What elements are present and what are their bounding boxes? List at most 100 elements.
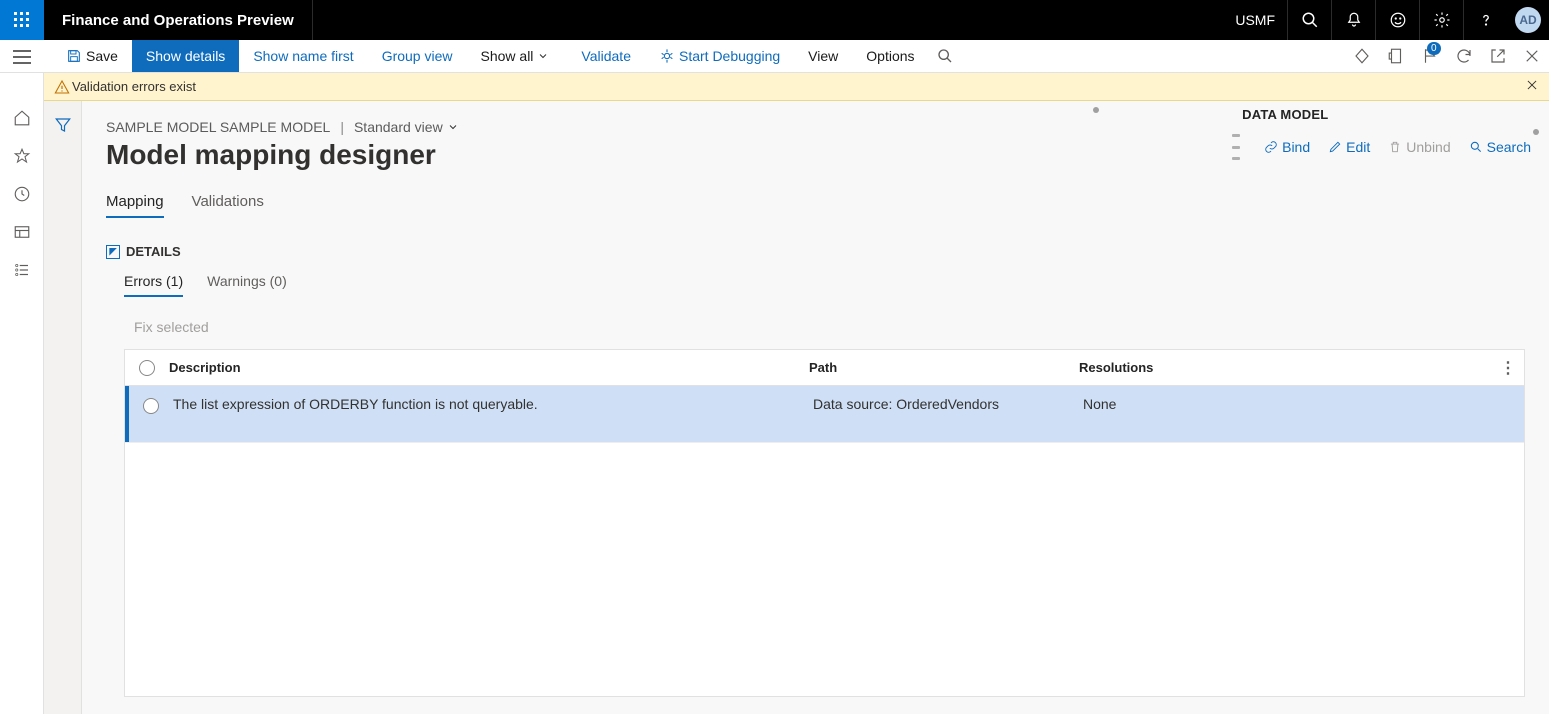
smile-icon xyxy=(1389,11,1407,29)
drag-dot-icon xyxy=(1093,107,1099,113)
list-icon xyxy=(13,261,31,279)
validate-button[interactable]: Validate xyxy=(567,40,645,72)
show-name-first-button[interactable]: Show name first xyxy=(239,40,367,72)
refresh-button[interactable] xyxy=(1447,40,1481,72)
collapse-icon[interactable]: ◤ xyxy=(106,245,120,259)
tab-mapping[interactable]: Mapping xyxy=(106,193,164,218)
data-model-heading: DATA MODEL xyxy=(1242,107,1531,122)
edit-button[interactable]: Edit xyxy=(1328,139,1370,155)
view-button[interactable]: View xyxy=(794,40,852,72)
start-debugging-button[interactable]: Start Debugging xyxy=(645,40,794,72)
grid-more-button[interactable]: ⋮ xyxy=(1500,358,1516,378)
edit-label: Edit xyxy=(1346,139,1370,155)
grid-row[interactable]: The list expression of ORDERBY function … xyxy=(125,386,1524,442)
show-all-label: Show all xyxy=(481,48,534,64)
link-icon xyxy=(1264,140,1278,154)
unbind-label: Unbind xyxy=(1406,139,1450,155)
tab-validations-label: Validations xyxy=(192,193,264,210)
row-resolutions: None xyxy=(1083,396,1524,412)
home-icon xyxy=(13,109,31,127)
row-path: Data source: OrderedVendors xyxy=(813,396,1083,412)
popout-button[interactable] xyxy=(1481,40,1515,72)
company-label[interactable]: USMF xyxy=(1223,0,1287,40)
search-icon xyxy=(1469,140,1483,154)
gear-icon xyxy=(1433,11,1451,29)
view-selector[interactable]: Standard view xyxy=(354,119,459,135)
show-details-label: Show details xyxy=(146,48,225,64)
app-launcher-button[interactable] xyxy=(0,0,44,40)
app-title: Finance and Operations Preview xyxy=(44,0,313,40)
start-debugging-label: Start Debugging xyxy=(679,48,780,64)
sub-tab-errors-label: Errors (1) xyxy=(124,273,183,289)
chevron-down-icon xyxy=(537,50,549,62)
feedback-button[interactable] xyxy=(1375,0,1419,40)
search-icon xyxy=(1301,11,1319,29)
show-details-button[interactable]: Show details xyxy=(132,40,239,72)
rail-workspaces-button[interactable] xyxy=(0,213,44,251)
save-button[interactable]: Save xyxy=(52,40,132,72)
dm-search-button[interactable]: Search xyxy=(1469,139,1531,155)
office-icon xyxy=(1387,47,1405,65)
action-search-button[interactable] xyxy=(929,40,965,72)
close-page-button[interactable] xyxy=(1515,40,1549,72)
clock-icon xyxy=(13,185,31,203)
rail-modules-button[interactable] xyxy=(0,251,44,289)
star-icon xyxy=(13,147,31,165)
bell-icon xyxy=(1345,11,1363,29)
group-view-button[interactable]: Group view xyxy=(368,40,467,72)
options-button[interactable]: Options xyxy=(852,40,928,72)
avatar-initials: AD xyxy=(1515,7,1541,33)
nav-toggle-button[interactable] xyxy=(0,40,44,73)
funnel-icon xyxy=(54,116,72,134)
view-label: View xyxy=(808,48,838,64)
grip-icon[interactable] xyxy=(1232,134,1240,160)
attachments-button[interactable] xyxy=(1345,40,1379,72)
col-path[interactable]: Path xyxy=(809,360,1079,375)
view-label: Standard view xyxy=(354,119,443,135)
debug-icon xyxy=(659,48,675,64)
tab-mapping-label: Mapping xyxy=(106,193,164,210)
group-view-label: Group view xyxy=(382,48,453,64)
filter-toggle-button[interactable] xyxy=(44,105,82,145)
hamburger-icon xyxy=(13,50,31,64)
show-all-button[interactable]: Show all xyxy=(467,40,568,72)
row-description: The list expression of ORDERBY function … xyxy=(173,396,813,412)
bind-button[interactable]: Bind xyxy=(1264,139,1310,155)
help-button[interactable] xyxy=(1463,0,1507,40)
search-button[interactable] xyxy=(1287,0,1331,40)
col-resolutions[interactable]: Resolutions xyxy=(1079,360,1524,375)
messages-button[interactable]: 0 xyxy=(1413,40,1447,72)
notifications-button[interactable] xyxy=(1331,0,1375,40)
unbind-button: Unbind xyxy=(1388,139,1450,155)
sub-tab-warnings[interactable]: Warnings (0) xyxy=(207,273,287,297)
fix-selected-button: Fix selected xyxy=(134,319,1525,335)
user-avatar[interactable]: AD xyxy=(1507,0,1549,40)
rail-recent-button[interactable] xyxy=(0,175,44,213)
rail-home-button[interactable] xyxy=(0,99,44,137)
col-description[interactable]: Description xyxy=(169,360,809,375)
save-icon xyxy=(66,48,82,64)
rail-favorites-button[interactable] xyxy=(0,137,44,175)
pencil-icon xyxy=(1328,140,1342,154)
validate-label: Validate xyxy=(581,48,631,64)
close-icon xyxy=(1525,78,1539,92)
badge-count: 0 xyxy=(1427,42,1441,55)
sub-tab-warnings-label: Warnings (0) xyxy=(207,273,287,289)
settings-button[interactable] xyxy=(1419,0,1463,40)
show-name-first-label: Show name first xyxy=(253,48,353,64)
breadcrumb-divider: | xyxy=(340,119,344,135)
dm-search-label: Search xyxy=(1487,139,1531,155)
warning-close-button[interactable] xyxy=(1525,78,1539,95)
validation-warning-bar: Validation errors exist xyxy=(0,73,1549,101)
tab-validations[interactable]: Validations xyxy=(192,193,264,218)
sub-tab-errors[interactable]: Errors (1) xyxy=(124,273,183,297)
chevron-down-icon xyxy=(447,121,459,133)
issues-grid: Description Path Resolutions ⋮ The list … xyxy=(124,349,1525,697)
office-addin-button[interactable] xyxy=(1379,40,1413,72)
workspace-icon xyxy=(13,223,31,241)
select-all-radio[interactable] xyxy=(139,360,155,376)
diamond-icon xyxy=(1353,47,1371,65)
warning-icon xyxy=(54,79,70,95)
row-select-radio[interactable] xyxy=(143,398,159,414)
details-heading: DETAILS xyxy=(126,244,181,259)
